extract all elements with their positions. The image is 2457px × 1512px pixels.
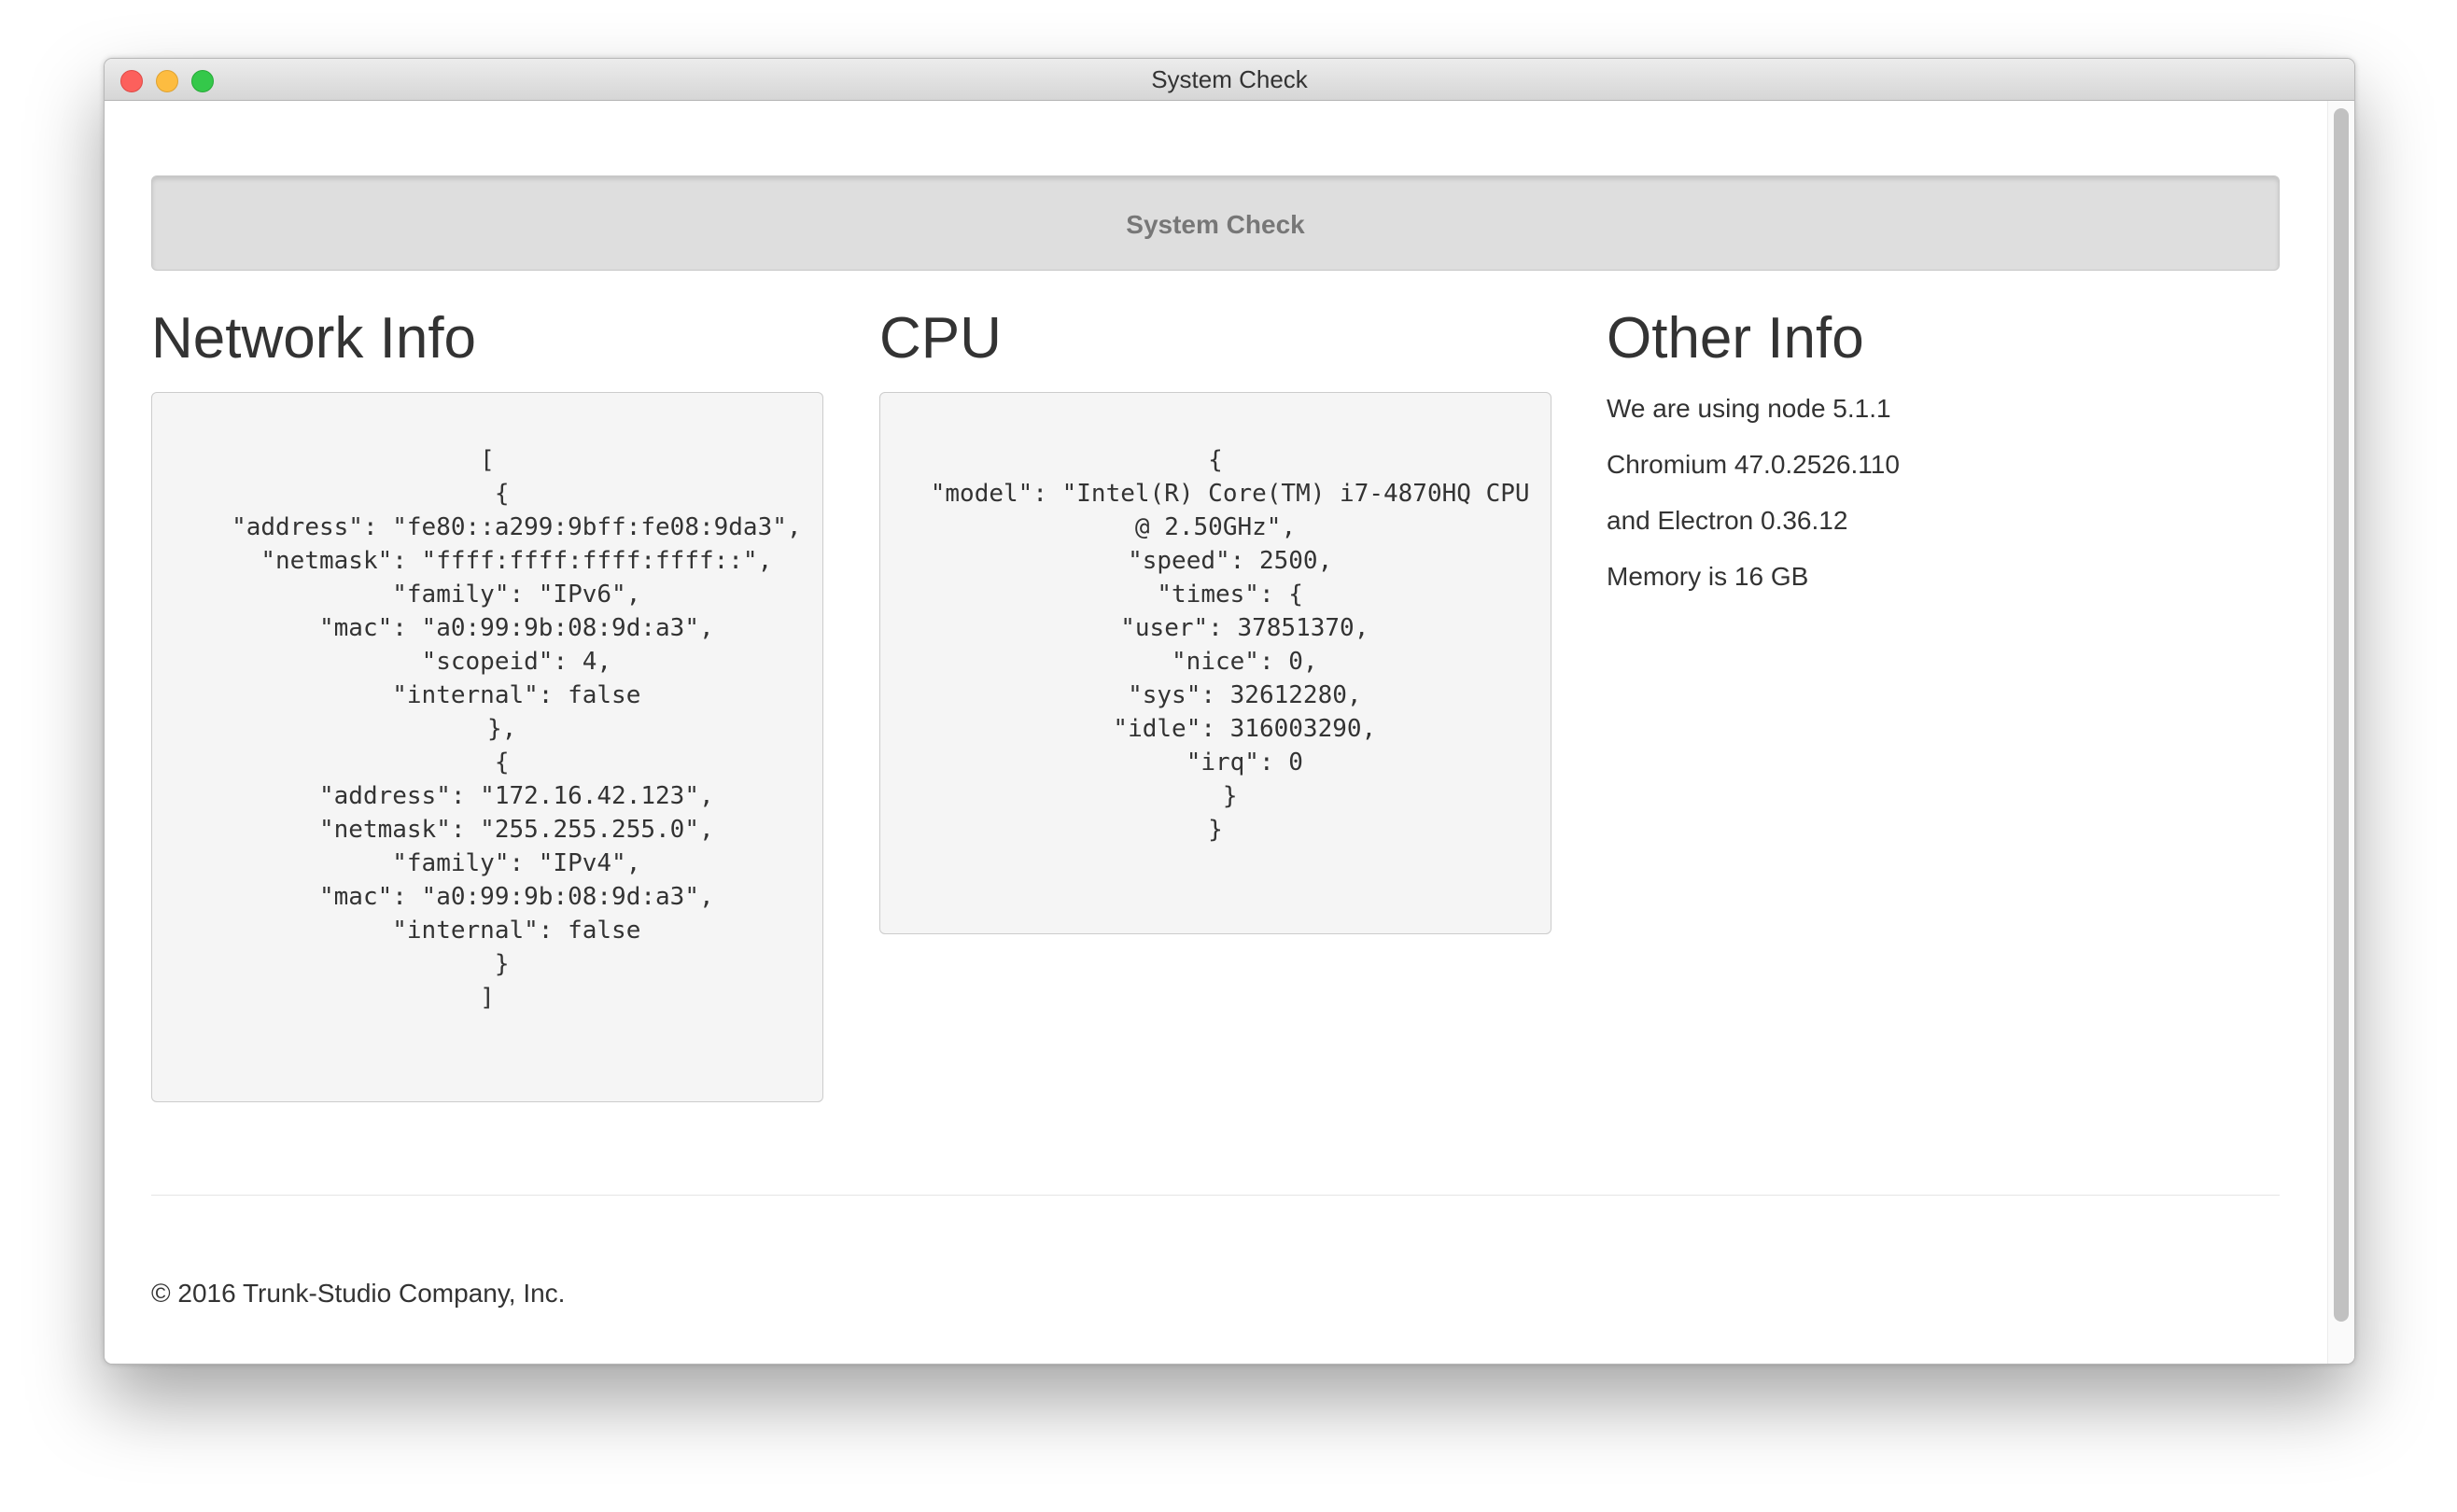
cpu-heading: CPU (879, 306, 1002, 371)
page-content: System Check Network Info [ { "address":… (105, 101, 2354, 1364)
app-window: System Check System Check Network Info [… (104, 58, 2355, 1365)
vertical-scrollbar[interactable] (2327, 101, 2354, 1364)
memory-text: Memory is 16 GB (1607, 562, 1809, 591)
scrollbar-thumb[interactable] (2334, 108, 2349, 1322)
network-info-box: [ { "address": "fe80::a299:9bff:fe08:9da… (151, 392, 823, 1102)
network-info-json: [ { "address": "fe80::a299:9bff:fe08:9da… (232, 446, 802, 1012)
cpu-info-box: { "model": "Intel(R) Core(TM) i7-4870HQ … (879, 392, 1551, 934)
chromium-version-text: Chromium 47.0.2526.110 (1607, 450, 1900, 479)
window-title: System Check (1151, 65, 1308, 93)
other-info-heading: Other Info (1607, 306, 1864, 371)
system-check-button[interactable]: System Check (151, 175, 2280, 271)
cpu-info-json: { "model": "Intel(R) Core(TM) i7-4870HQ … (930, 446, 1530, 844)
node-version-text: We are using node 5.1.1 (1607, 394, 1891, 423)
footer-divider (151, 1195, 2280, 1196)
title-bar[interactable]: System Check (105, 59, 2354, 101)
electron-version-text: and Electron 0.36.12 (1607, 506, 1848, 535)
network-info-heading: Network Info (151, 306, 477, 371)
footer-copyright: © 2016 Trunk-Studio Company, Inc. (151, 1279, 566, 1308)
